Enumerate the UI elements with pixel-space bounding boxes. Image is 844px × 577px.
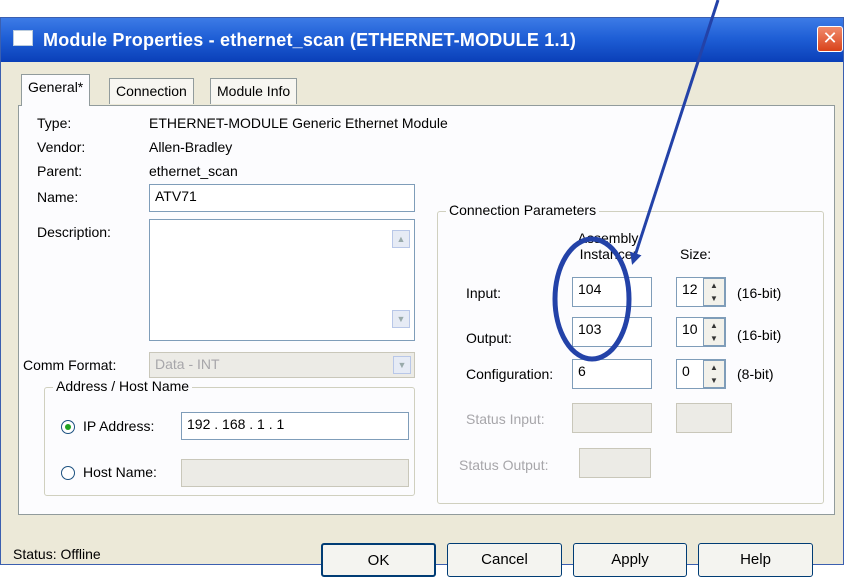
status-input-label: Status Input: <box>466 411 545 427</box>
status-input-field <box>572 403 652 433</box>
output-instance-field[interactable]: 103 <box>572 317 652 347</box>
host-name-input[interactable] <box>181 459 409 487</box>
apply-button[interactable]: Apply <box>573 543 687 577</box>
name-input[interactable]: ATV71 <box>149 184 415 212</box>
ip-address-label: IP Address: <box>83 418 155 434</box>
input-instance-field[interactable]: 104 <box>572 277 652 307</box>
size-header: Size: <box>680 246 712 262</box>
status-output-field <box>579 448 651 478</box>
spin-down-icon: ▼ <box>710 294 718 303</box>
type-value: ETHERNET-MODULE Generic Ethernet Module <box>149 115 448 131</box>
cancel-button[interactable]: Cancel <box>447 543 562 577</box>
ip-address-input[interactable]: 192 . 168 . 1 . 1 <box>181 412 409 440</box>
assembly-instance-header: Assembly Instance: <box>577 230 639 262</box>
tab-module-info[interactable]: Module Info <box>210 78 298 104</box>
status-text: Status: Offline <box>13 546 101 562</box>
ok-button[interactable]: OK <box>321 543 436 577</box>
window-title: Module Properties - ethernet_scan (ETHER… <box>43 30 577 50</box>
output-label: Output: <box>466 330 512 346</box>
scroll-up-icon[interactable]: ▲ <box>392 230 410 248</box>
host-name-radio[interactable] <box>61 466 75 480</box>
close-button[interactable]: ✕ <box>817 26 843 52</box>
status-input-size-field <box>676 403 732 433</box>
connection-params-title: Connection Parameters <box>446 202 600 218</box>
spin-up-icon: ▲ <box>710 321 718 330</box>
spin-up-icon: ▲ <box>710 363 718 372</box>
general-tab-panel: Type: ETHERNET-MODULE Generic Ethernet M… <box>18 105 835 515</box>
configuration-unit: (8-bit) <box>737 366 774 382</box>
parent-value: ethernet_scan <box>149 163 238 179</box>
status-output-label: Status Output: <box>459 457 549 473</box>
type-label: Type: <box>37 115 72 131</box>
ip-address-radio[interactable] <box>61 420 75 434</box>
scroll-down-icon[interactable]: ▼ <box>392 310 410 328</box>
title-bar: Module Properties - ethernet_scan (ETHER… <box>1 18 843 62</box>
comm-format-select[interactable]: Data - INT <box>149 352 415 378</box>
module-properties-dialog: Module Properties - ethernet_scan (ETHER… <box>0 17 844 577</box>
configuration-size-spinner[interactable]: ▲ ▼ <box>703 360 725 388</box>
output-size-spinner[interactable]: ▲ ▼ <box>703 318 725 346</box>
help-button[interactable]: Help <box>698 543 813 577</box>
description-label: Description: <box>37 224 111 240</box>
configuration-label: Configuration: <box>466 366 554 382</box>
spin-up-icon: ▲ <box>710 281 718 290</box>
address-group-title: Address / Host Name <box>53 378 193 394</box>
vendor-label: Vendor: <box>37 139 86 155</box>
spin-down-icon: ▼ <box>710 334 718 343</box>
tab-connection[interactable]: Connection <box>109 78 194 104</box>
output-unit: (16-bit) <box>737 327 782 343</box>
configuration-instance-field[interactable]: 6 <box>572 359 652 389</box>
host-name-label: Host Name: <box>83 464 157 480</box>
comm-format-label: Comm Format: <box>23 357 117 373</box>
tab-general[interactable]: General* <box>21 74 91 106</box>
input-label: Input: <box>466 285 502 301</box>
parent-label: Parent: <box>37 163 83 179</box>
description-textarea[interactable] <box>149 219 415 341</box>
chevron-down-icon[interactable]: ▼ <box>393 356 411 374</box>
name-label: Name: <box>37 189 79 205</box>
vendor-value: Allen-Bradley <box>149 139 233 155</box>
input-size-spinner[interactable]: ▲ ▼ <box>703 278 725 306</box>
spin-down-icon: ▼ <box>710 376 718 385</box>
close-icon: ✕ <box>822 28 838 48</box>
input-unit: (16-bit) <box>737 285 782 301</box>
window-icon <box>13 30 33 46</box>
